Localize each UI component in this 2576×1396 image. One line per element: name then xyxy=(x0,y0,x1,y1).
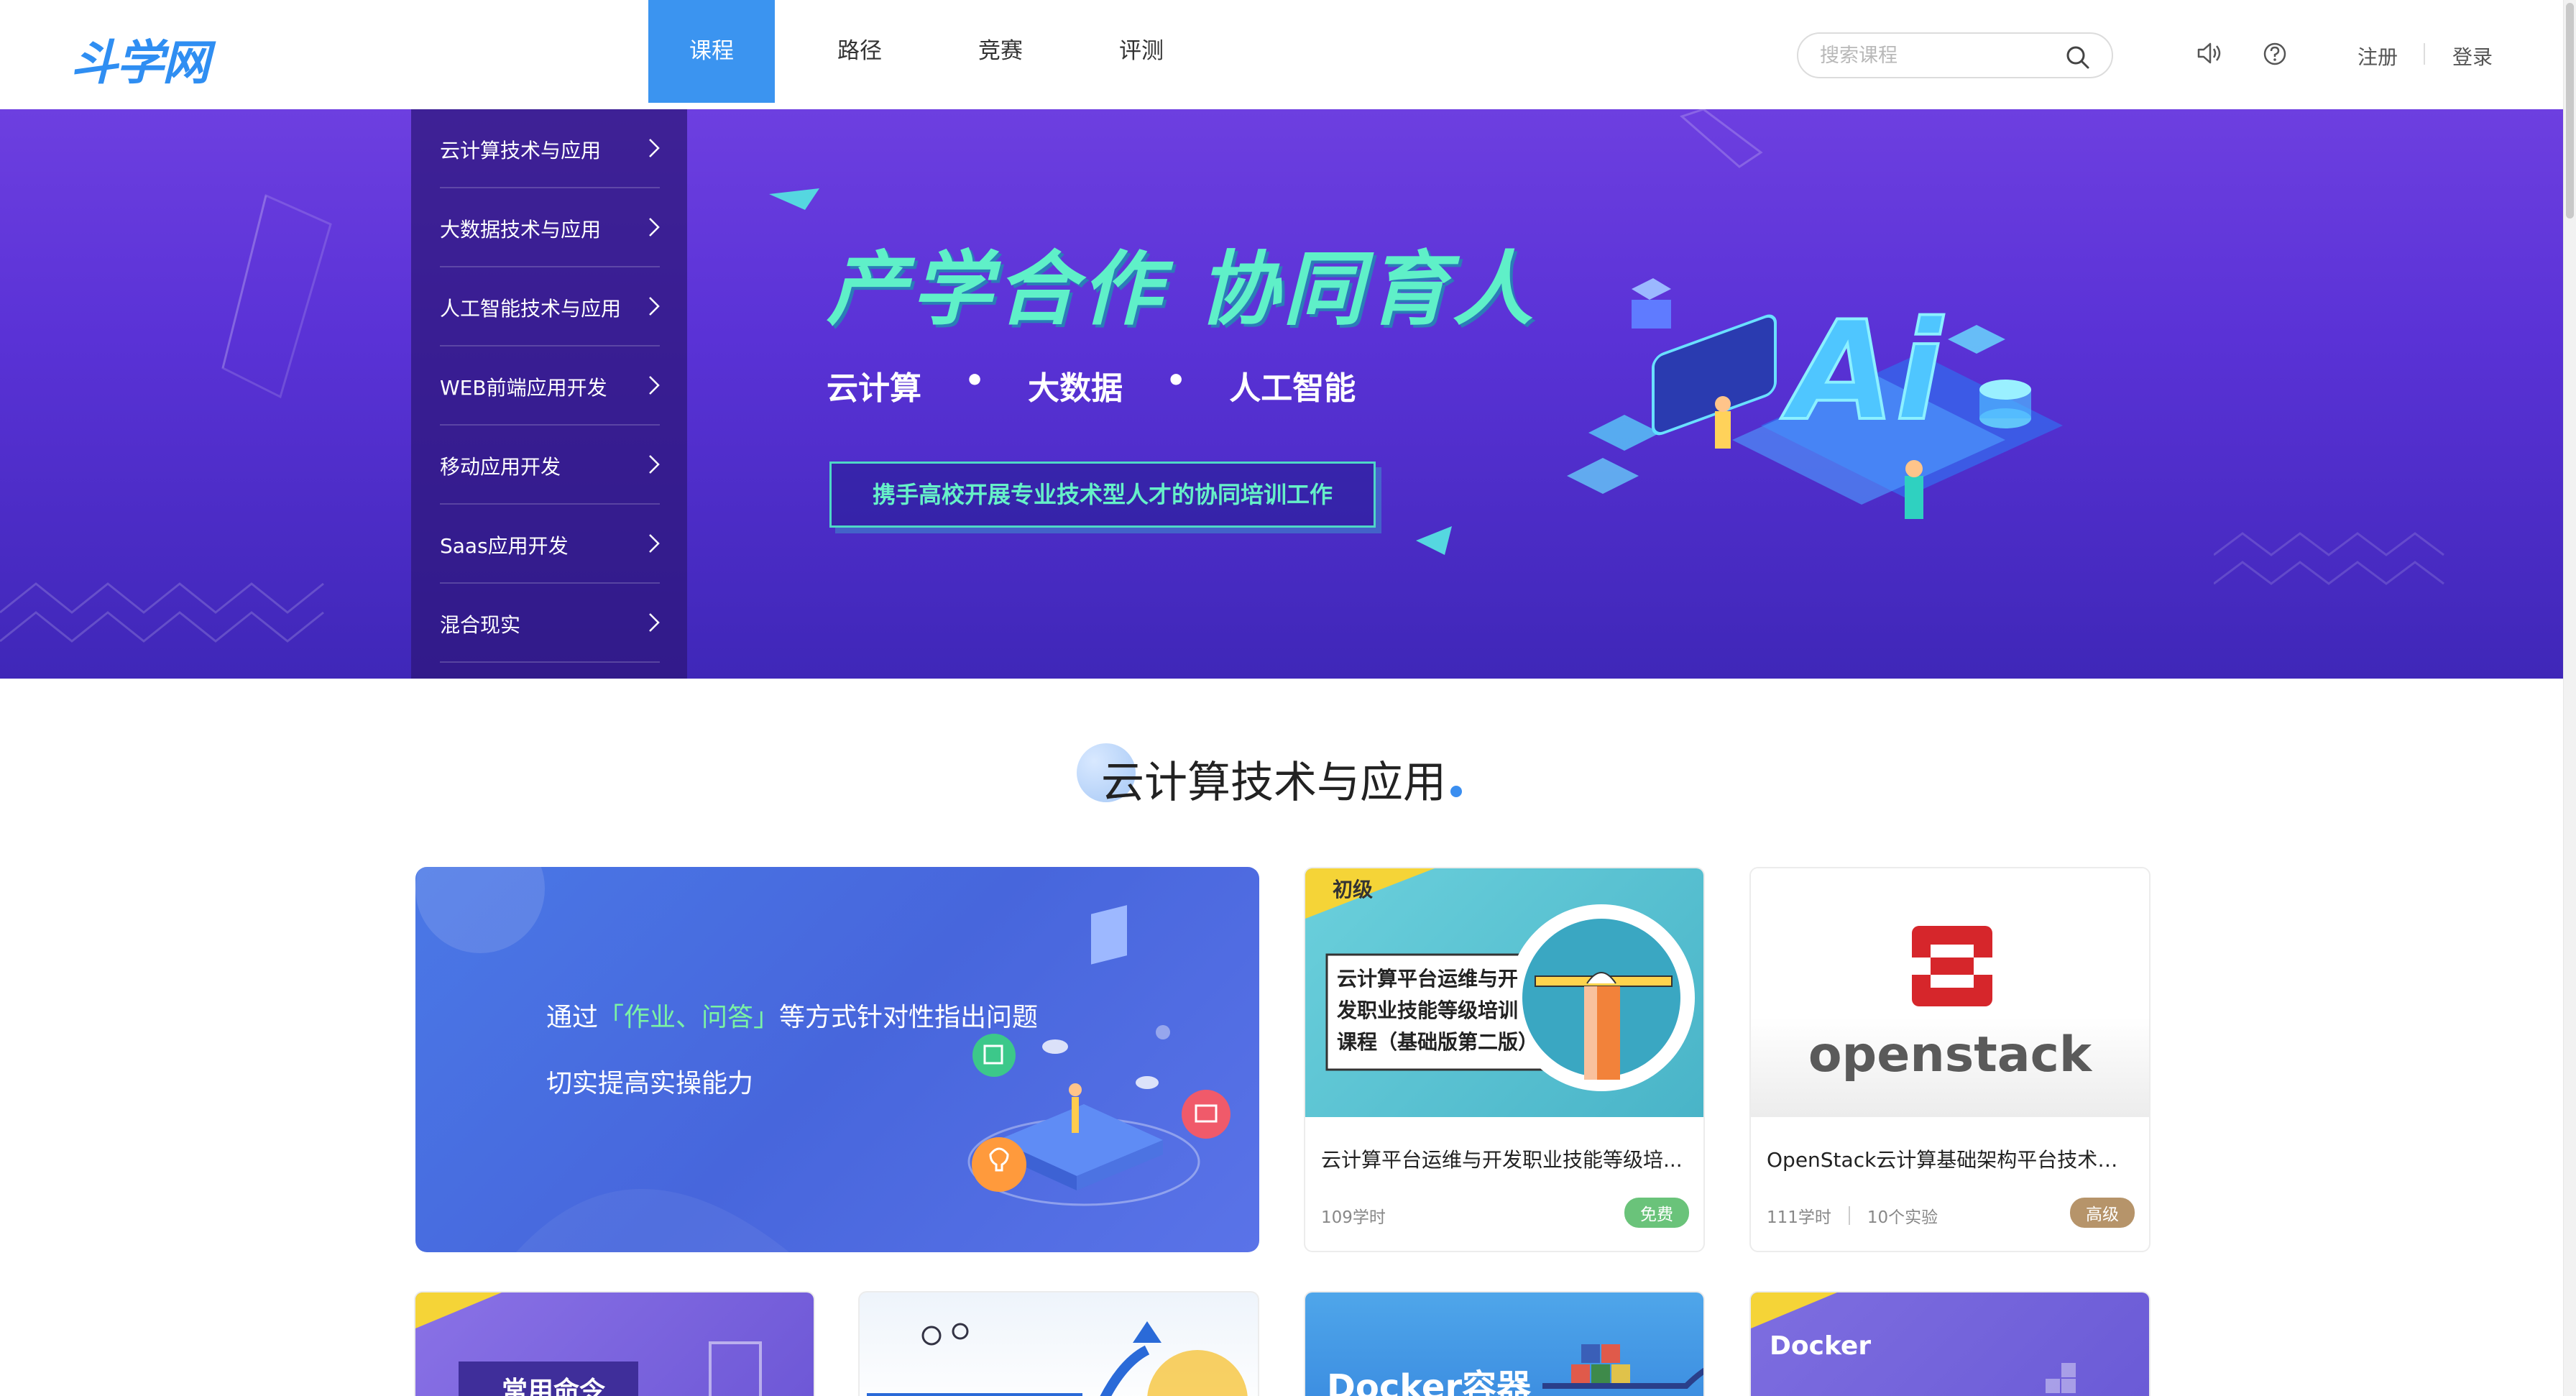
hero-banner[interactable]: 云计算技术与应用 大数据技术与应用 人工智能技术与应用 WEB前端应用开发 移动… xyxy=(0,109,2563,679)
course-experiments: 10个实验 xyxy=(1867,1208,1938,1227)
meta-divider xyxy=(1848,1206,1850,1225)
price-badge: 免费 xyxy=(1624,1198,1689,1228)
thumbnail-text-line: 云计算平台运维与开 xyxy=(1337,967,1519,991)
subtitle-ai: 人工智能 xyxy=(1229,370,1356,407)
category-label: Saas应用开发 xyxy=(440,534,569,558)
section-header: 云计算技术与应用 xyxy=(0,743,2563,810)
thumbnail-text-line: 课程（基础版第二版） xyxy=(1337,1030,1539,1054)
category-label: 混合现实 xyxy=(440,613,521,637)
category-label: 人工智能技术与应用 xyxy=(440,297,622,321)
search-input[interactable] xyxy=(1820,41,2057,70)
category-mobile[interactable]: 移动应用开发 xyxy=(440,426,660,505)
nav-tab-paths[interactable]: 路径 xyxy=(789,0,930,103)
help-icon[interactable] xyxy=(2263,42,2287,69)
thumbnail-text: 云计算平台运维与开 发职业技能等级培训 课程（基础版第二版） xyxy=(1337,963,1538,1058)
top-header: 斗学网 课程 路径 竞赛 评测 注册 登录 xyxy=(0,0,2563,109)
banner-subtitle: 云计算 • 大数据 • 人工智能 xyxy=(827,362,1356,408)
course-card[interactable]: 常用命令 xyxy=(414,1291,815,1396)
feature-background-art xyxy=(415,867,1230,1252)
category-menu: 云计算技术与应用 大数据技术与应用 人工智能技术与应用 WEB前端应用开发 移动… xyxy=(411,109,687,679)
course-card[interactable]: Docker容器 xyxy=(1304,1291,1705,1396)
course-hours: 109学时 xyxy=(1321,1208,1386,1227)
category-big-data[interactable]: 大数据技术与应用 xyxy=(440,188,660,267)
category-label: 大数据技术与应用 xyxy=(440,218,602,242)
title-dot-decoration xyxy=(1450,786,1462,797)
page-scrollbar[interactable] xyxy=(2563,0,2576,1396)
zigzag-decoration xyxy=(0,582,324,643)
feature-line-1-prefix: 通过 xyxy=(546,1003,599,1032)
chevron-right-icon xyxy=(649,534,660,553)
category-cloud-computing[interactable]: 云计算技术与应用 xyxy=(440,109,660,188)
prism-decoration xyxy=(221,193,332,399)
category-web-frontend[interactable]: WEB前端应用开发 xyxy=(440,346,660,426)
course-card[interactable]: Docker xyxy=(1749,1291,2150,1396)
course-meta: 109学时 xyxy=(1321,1203,1386,1228)
level-tag: 初级 xyxy=(1333,878,1374,901)
thumbnail-text: Docker xyxy=(1770,1331,1872,1361)
course-hours: 111学时 xyxy=(1767,1208,1831,1227)
feature-line-1-suffix: 等方式针对性指出问题 xyxy=(779,1003,1039,1032)
login-link[interactable]: 登录 xyxy=(2452,42,2493,70)
page: 斗学网 课程 路径 竞赛 评测 注册 登录 xyxy=(0,0,2576,1396)
ai-letters: Ai xyxy=(1780,292,1944,451)
header-divider xyxy=(2424,43,2425,65)
triangle-decoration xyxy=(769,188,819,210)
subtitle-bigdata: 大数据 xyxy=(1028,370,1123,407)
speaker-icon[interactable] xyxy=(2196,42,2222,68)
feature-line-2: 切实提高实操能力 xyxy=(546,1069,754,1098)
register-link[interactable]: 注册 xyxy=(2358,42,2398,70)
banner-cta-button[interactable]: 携手高校开展专业技术型人才的协同培训工作 xyxy=(829,461,1376,528)
feature-line-1: 通过「作业、问答」等方式针对性指出问题 xyxy=(546,996,1038,1034)
category-label: WEB前端应用开发 xyxy=(440,376,607,400)
section-title: 云计算技术与应用 xyxy=(1077,743,1462,810)
category-ai[interactable]: 人工智能技术与应用 xyxy=(440,267,660,346)
zigzag-decoration-right xyxy=(2214,532,2444,585)
triangle-decoration-2 xyxy=(1416,526,1452,555)
course-title[interactable]: 云计算平台运维与开发职业技能等级培... xyxy=(1321,1144,1688,1173)
search-icon[interactable] xyxy=(2066,45,2090,73)
level-badge: 高级 xyxy=(2070,1198,2135,1228)
course-thumbnail-art xyxy=(415,1292,762,1396)
openstack-logo-icon xyxy=(1909,926,1995,1006)
thumbnail-text: Docker容器 xyxy=(1327,1367,1532,1396)
category-label: 云计算技术与应用 xyxy=(440,139,602,162)
nav-tab-courses[interactable]: 课程 xyxy=(648,0,775,103)
chevron-right-icon xyxy=(649,218,660,237)
course-card[interactable]: openstack OpenStack云计算基础架构平台技术与... 111学时… xyxy=(1749,867,2150,1252)
thumbnail-text: 常用命令 xyxy=(502,1377,606,1396)
course-card[interactable] xyxy=(858,1291,1259,1396)
openstack-wordmark: openstack xyxy=(1808,1027,2092,1083)
section-title-text: 云计算技术与应用 xyxy=(1101,758,1446,808)
course-meta: 111学时 10个实验 xyxy=(1767,1203,1938,1228)
feature-promo-card[interactable]: 通过「作业、问答」等方式针对性指出问题 切实提高实操能力 xyxy=(415,867,1259,1252)
cube-decoration xyxy=(1680,109,1763,168)
ai-illustration: Ai xyxy=(1567,278,2063,519)
banner-title: 产学合作 协同育人 xyxy=(827,243,1537,336)
course-thumbnail: 初级 云计算平台运维与开 发职业技能等级培训 课程（基础版第二版） xyxy=(1305,868,1703,1117)
nav-tab-competitions[interactable]: 竞赛 xyxy=(930,0,1071,103)
course-card[interactable]: 初级 云计算平台运维与开 发职业技能等级培训 课程（基础版第二版） 云计算平台运… xyxy=(1304,867,1705,1252)
search-box xyxy=(1797,32,2113,78)
main-nav: 课程 路径 竞赛 评测 xyxy=(648,0,1212,103)
chevron-right-icon xyxy=(649,297,660,316)
category-saas[interactable]: Saas应用开发 xyxy=(440,505,660,584)
chevron-right-icon xyxy=(649,613,660,632)
scrollbar-thumb[interactable] xyxy=(2566,3,2574,219)
category-label: 移动应用开发 xyxy=(440,455,561,479)
course-thumbnail: openstack xyxy=(1751,868,2149,1117)
site-logo[interactable]: 斗学网 xyxy=(70,24,210,93)
nav-tab-assessments[interactable]: 评测 xyxy=(1071,0,1212,103)
course-title[interactable]: OpenStack云计算基础架构平台技术与... xyxy=(1767,1144,2133,1173)
feature-highlight: 「作业、问答」 xyxy=(598,1003,780,1032)
subtitle-cloud: 云计算 xyxy=(827,370,921,407)
subtitle-separator: • xyxy=(965,362,985,399)
thumbnail-text-line: 发职业技能等级培训 xyxy=(1337,998,1519,1022)
subtitle-separator: • xyxy=(1166,362,1187,399)
chevron-right-icon xyxy=(649,455,660,474)
chevron-right-icon xyxy=(649,376,660,395)
chevron-right-icon xyxy=(649,139,660,157)
category-mixed-reality[interactable]: 混合现实 xyxy=(440,584,660,663)
course-thumbnail-art xyxy=(867,1321,1248,1396)
